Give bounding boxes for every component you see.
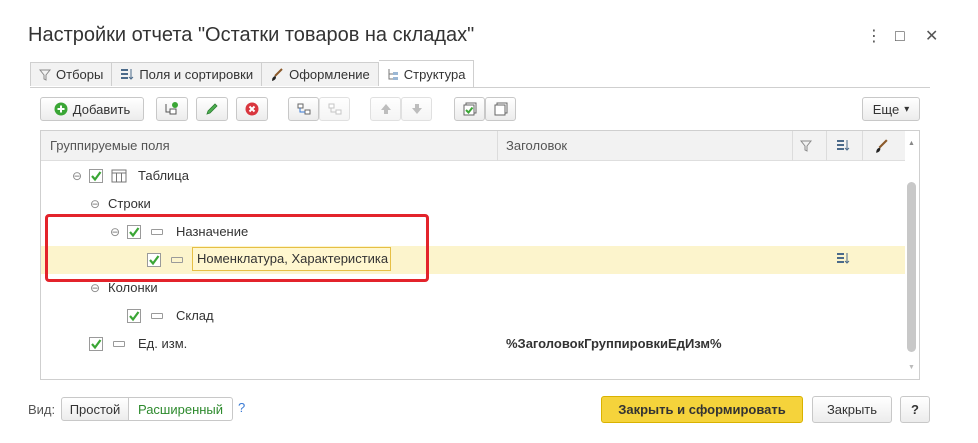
tab-label: Структура xyxy=(403,66,466,82)
question-button-label: ? xyxy=(911,402,919,417)
pencil-icon xyxy=(206,103,218,115)
add-grouping-button[interactable] xyxy=(156,97,188,121)
add-button-label: Добавить xyxy=(72,101,131,117)
scrollbar-thumb[interactable] xyxy=(907,182,916,352)
edit-button[interactable] xyxy=(196,97,228,121)
close-icon[interactable]: ✕ xyxy=(925,28,938,46)
scroll-up-icon[interactable]: ▲ xyxy=(908,140,915,147)
collapse-icon[interactable]: ⊖ xyxy=(72,162,82,190)
filter-column-icon[interactable] xyxy=(800,140,812,152)
column-separator xyxy=(792,131,793,161)
uncheck-all-button[interactable] xyxy=(485,97,516,121)
group-button[interactable] xyxy=(288,97,319,121)
more-menu-icon[interactable]: ⋮ xyxy=(866,28,882,46)
window-title: Настройки отчета "Остатки товаров на скл… xyxy=(28,24,475,46)
table-header xyxy=(41,131,905,161)
column-separator xyxy=(862,131,863,161)
arrow-down-icon xyxy=(411,104,422,114)
simple-view-label: Простой xyxy=(69,401,121,417)
check-all-button[interactable] xyxy=(454,97,485,121)
tab-underline xyxy=(30,87,930,88)
close-button[interactable]: Закрыть xyxy=(812,396,892,423)
checkmark-icon xyxy=(129,311,140,322)
ungroup-button[interactable] xyxy=(319,97,350,121)
move-up-button[interactable] xyxy=(370,97,401,121)
maximize-icon[interactable]: □ xyxy=(895,28,905,46)
checkmark-icon xyxy=(91,339,102,350)
checkbox-table[interactable] xyxy=(89,169,103,183)
chevron-down-icon: ▾ xyxy=(904,103,910,115)
close-and-generate-label: Закрыть и сформировать xyxy=(618,402,786,417)
table-grid-icon xyxy=(111,169,127,183)
delete-icon xyxy=(245,102,259,116)
advanced-view-label: Расширенный xyxy=(137,401,224,417)
move-down-button[interactable] xyxy=(401,97,432,121)
column-separator xyxy=(826,131,827,161)
close-button-label: Закрыть xyxy=(826,402,878,417)
row-title: %ЗаголовокГруппировкиЕдИзм% xyxy=(506,336,722,351)
simple-view-button[interactable]: Простой xyxy=(61,397,129,421)
column-separator xyxy=(497,131,498,161)
add-button[interactable]: Добавить xyxy=(40,97,144,121)
checkbox-warehouse[interactable] xyxy=(127,309,141,323)
more-button[interactable]: Еще ▾ xyxy=(862,97,920,121)
structure-icon xyxy=(388,68,398,80)
uncheck-all-icon xyxy=(494,102,507,116)
tab-label: Отборы xyxy=(56,67,104,82)
question-button[interactable]: ? xyxy=(900,396,930,423)
help-link[interactable]: ? xyxy=(238,400,245,415)
check-all-icon xyxy=(463,102,476,116)
row-label: Ед. изм. xyxy=(138,336,188,351)
fields-column-icon[interactable] xyxy=(836,139,851,153)
arrow-up-icon xyxy=(380,104,391,114)
table-row[interactable] xyxy=(41,302,905,330)
tab-fields-sort[interactable]: Поля и сортировки xyxy=(112,62,263,86)
fields-sort-icon xyxy=(121,69,134,80)
more-button-label: Еще xyxy=(872,101,900,117)
fields-sort-row-icon[interactable] xyxy=(836,252,851,266)
row-label: Таблица xyxy=(138,168,189,183)
view-label: Вид: xyxy=(28,402,56,417)
field-icon xyxy=(151,313,163,319)
tab-label: Оформление xyxy=(289,67,370,82)
advanced-view-button[interactable]: Расширенный xyxy=(129,397,233,421)
brush-icon xyxy=(272,67,283,81)
tab-bar: Отборы Поля и сортировки Оформление Стру… xyxy=(30,60,475,88)
delete-button[interactable] xyxy=(236,97,268,121)
tab-label: Поля и сортировки xyxy=(139,67,254,82)
red-highlight-frame xyxy=(45,214,429,282)
close-and-generate-button[interactable]: Закрыть и сформировать xyxy=(601,396,803,423)
column-header-grouped-fields[interactable]: Группируемые поля xyxy=(50,131,170,161)
group-icon xyxy=(297,103,310,115)
ungroup-icon xyxy=(328,103,341,115)
filter-icon xyxy=(39,69,51,81)
row-label: Склад xyxy=(176,308,214,323)
checkbox-unit[interactable] xyxy=(89,337,103,351)
plus-circle-icon xyxy=(54,102,68,116)
tab-structure[interactable]: Структура xyxy=(378,60,475,87)
tab-appearance[interactable]: Оформление xyxy=(262,62,379,86)
column-header-title[interactable]: Заголовок xyxy=(506,131,567,161)
add-grouping-icon xyxy=(165,102,178,115)
field-icon xyxy=(113,341,125,347)
appearance-column-icon[interactable] xyxy=(874,139,889,154)
tab-filters[interactable]: Отборы xyxy=(30,62,113,86)
scroll-down-icon[interactable]: ▼ xyxy=(908,364,915,371)
checkmark-icon xyxy=(91,171,102,182)
